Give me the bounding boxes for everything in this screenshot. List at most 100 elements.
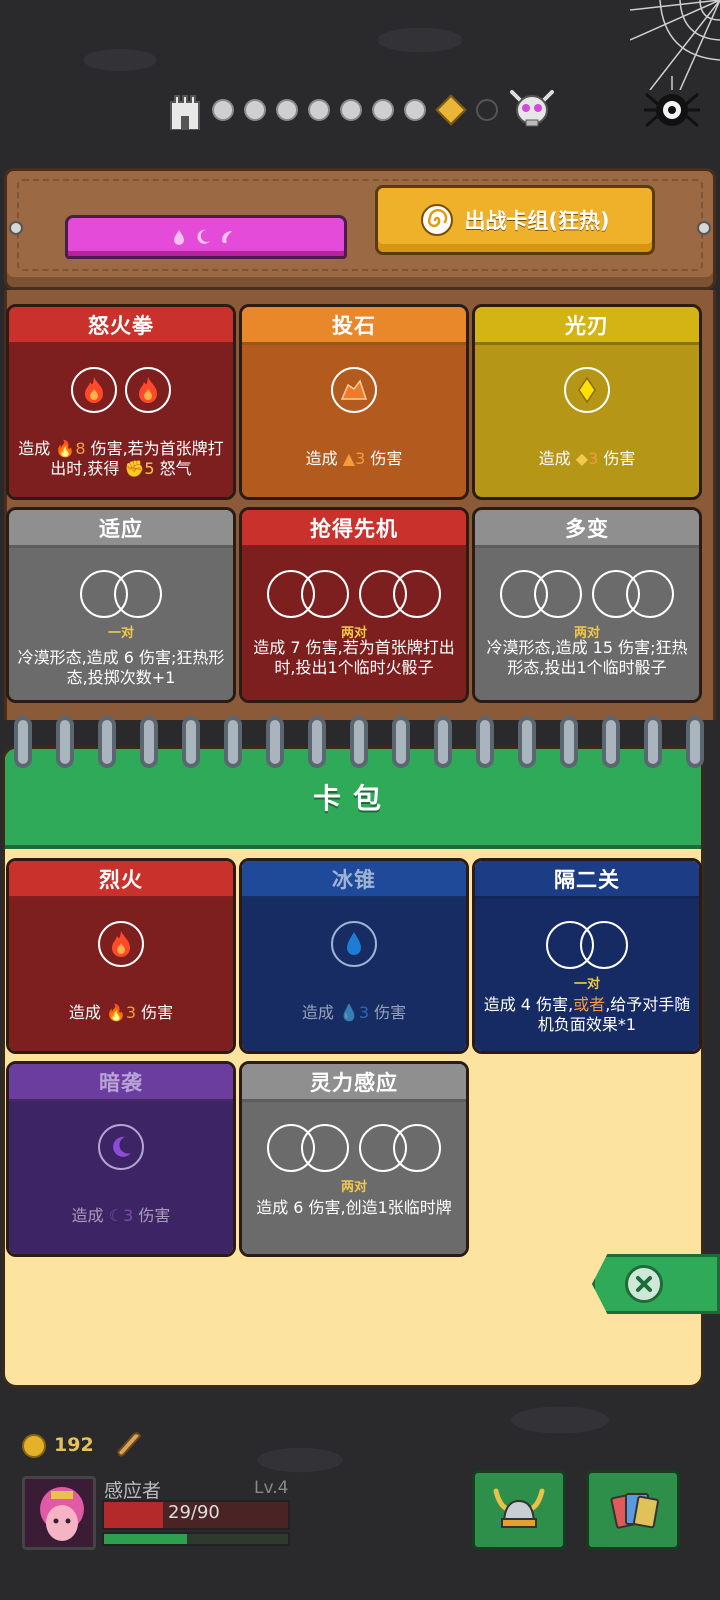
desc-text: 造成 xyxy=(305,449,343,468)
viking-helmet-icon xyxy=(493,1488,545,1528)
coin-icon xyxy=(22,1434,46,1458)
dice-slots xyxy=(475,921,699,969)
spider-icon xyxy=(644,76,700,128)
card-body: 两对 冷漠形态,造成 15 伤害;狂热形态,投出1个临时骰子 xyxy=(475,548,699,700)
pack-card-ice-spike[interactable]: 冰锥 造成 💧3 伤害 xyxy=(239,858,469,1054)
dice-tab[interactable] xyxy=(65,215,347,259)
pair-slot xyxy=(80,570,162,618)
water-small-icon: 💧 xyxy=(338,1003,359,1022)
card-description: 造成 ▲3 伤害 xyxy=(248,449,460,469)
fire-small-icon: 🔥 xyxy=(105,1003,126,1022)
helmet-button[interactable] xyxy=(472,1470,566,1550)
stage-dot xyxy=(372,99,394,121)
card-title: 隔二关 xyxy=(475,861,699,899)
castle-icon xyxy=(170,95,200,130)
desc-text: 伤害 xyxy=(598,449,636,468)
pack-card-ambush[interactable]: 暗袭 造成 ☾3 伤害 xyxy=(6,1061,236,1257)
scroll-icon[interactable] xyxy=(112,1428,144,1460)
close-pack-button[interactable] xyxy=(592,1254,720,1314)
stage-dot xyxy=(276,99,298,121)
stage-dot xyxy=(340,99,362,121)
card-description: 造成 🔥8 伤害,若为首张牌打出时,获得 ✊5 怒气 xyxy=(15,439,227,479)
cards-button[interactable] xyxy=(586,1470,680,1550)
card-title: 适应 xyxy=(9,510,233,548)
card-description: 造成 4 伤害,或者,给予对手随机负面效果*1 xyxy=(481,995,693,1035)
pair-slot xyxy=(267,1124,349,1172)
close-icon xyxy=(625,1265,663,1303)
card-title: 灵力感应 xyxy=(242,1064,466,1102)
dice-slots xyxy=(475,367,699,413)
card-title: 冰锥 xyxy=(242,861,466,899)
rock-small-icon: ▲ xyxy=(342,449,356,468)
stage-progress xyxy=(168,88,558,132)
desc-text: 伤害 xyxy=(365,449,403,468)
fire-slot-icon xyxy=(98,921,144,967)
card-body: 一对 造成 4 伤害,或者,给予对手随机负面效果*1 xyxy=(475,899,699,1051)
pack-card-blaze[interactable]: 烈火 造成 🔥3 伤害 xyxy=(6,858,236,1054)
stage-dot xyxy=(212,99,234,121)
card-body: 造成 ☾3 伤害 xyxy=(9,1102,233,1254)
deck-card-throw-stone[interactable]: 投石 造成 ▲3 伤害 xyxy=(239,304,469,500)
desc-text: 造成 4 伤害, xyxy=(483,995,574,1014)
nail-icon xyxy=(697,221,711,235)
cards-icon xyxy=(610,1493,659,1529)
card-body: 造成 🔥3 伤害 xyxy=(9,899,233,1051)
card-title: 暗袭 xyxy=(9,1064,233,1102)
battle-deck-tab-label: 出战卡组(狂热) xyxy=(464,209,610,233)
fire-slot-icon xyxy=(125,367,171,413)
card-title: 怒火拳 xyxy=(9,307,233,345)
card-body: 造成 💧3 伤害 xyxy=(242,899,466,1051)
pair-slot xyxy=(359,1124,441,1172)
deck-card-seize-initiative[interactable]: 抢得先机 两对 造成 7 伤害,若为首张牌打出时,投出1个临时火骰子 xyxy=(239,507,469,703)
pair-slot xyxy=(500,570,582,618)
rage-value: 5 xyxy=(144,459,155,478)
diamond-slot-icon xyxy=(564,367,610,413)
pair-slot xyxy=(592,570,674,618)
binder-rings xyxy=(14,716,704,768)
pair-slot xyxy=(546,921,628,969)
player-avatar[interactable] xyxy=(22,1476,96,1550)
dice-slots xyxy=(9,1124,233,1170)
fire-small-icon: 🔥 xyxy=(55,439,76,458)
battle-deck-tab[interactable]: 出战卡组(狂热) xyxy=(375,185,655,255)
current-stage-marker xyxy=(435,94,467,126)
deck-card-light-blade[interactable]: 光刃 造成 ◆3 伤害 xyxy=(472,304,702,500)
card-title: 烈火 xyxy=(9,861,233,899)
dice-slots xyxy=(242,1124,466,1172)
desc-text: 伤害 xyxy=(136,1003,174,1022)
pack-card-spirit-sense[interactable]: 灵力感应 两对 造成 6 伤害,创造1张临时牌 xyxy=(239,1061,469,1257)
damage-value: 8 xyxy=(75,439,86,458)
player-level: Lv.4 xyxy=(254,1478,289,1498)
water-drop-slot-icon xyxy=(331,921,377,967)
deck-card-adapt[interactable]: 适应 一对 冷漠形态,造成 6 伤害;狂热形态,投掷次数+1 xyxy=(6,507,236,703)
card-body: 两对 造成 7 伤害,若为首张牌打出时,投出1个临时火骰子 xyxy=(242,548,466,700)
combo-tag: 一对 xyxy=(573,977,600,992)
desc-keyword: 或者 xyxy=(573,995,606,1014)
desc-text: 造成 xyxy=(301,1003,339,1022)
card-description: 冷漠形态,造成 15 伤害;狂热形态,投出1个临时骰子 xyxy=(486,638,688,677)
desc-text: 怒气 xyxy=(154,459,192,478)
dice-slots xyxy=(475,570,699,618)
card-body: 造成 ▲3 伤害 xyxy=(242,345,466,497)
damage-value: 3 xyxy=(588,449,599,468)
card-description: 造成 6 伤害,创造1张临时牌 xyxy=(256,1198,452,1217)
fist-small-icon: ✊ xyxy=(124,459,145,478)
desc-text: 造成 xyxy=(538,449,576,468)
card-body: 一对 冷漠形态,造成 6 伤害;狂热形态,投掷次数+1 xyxy=(9,548,233,700)
dice-slots xyxy=(242,921,466,967)
card-description: 造成 💧3 伤害 xyxy=(248,1003,460,1023)
desc-text: 造成 xyxy=(71,1206,109,1225)
desc-text: 造成 xyxy=(18,439,56,458)
deck-card-rage-fist[interactable]: 怒火拳 造成 🔥8 伤害,若为首张牌打出时,获得 ✊5 怒气 xyxy=(6,304,236,500)
combo-tag: 两对 xyxy=(340,1180,367,1195)
diamond-small-icon: ◆ xyxy=(575,449,589,468)
desc-text: 伤害 xyxy=(133,1206,171,1225)
card-description: 造成 7 伤害,若为首张牌打出时,投出1个临时火骰子 xyxy=(253,638,455,677)
pair-slot xyxy=(267,570,349,618)
pack-card-ge-er-guan[interactable]: 隔二关 一对 造成 4 伤害,或者,给予对手随机负面效果*1 xyxy=(472,858,702,1054)
boss-skull-icon xyxy=(510,90,554,127)
damage-value: 3 xyxy=(358,1003,370,1022)
moon-icon xyxy=(197,229,210,244)
water-drop-icon xyxy=(174,230,184,245)
deck-card-variable[interactable]: 多变 两对 冷漠形态,造成 15 伤害;狂热形态,投出1个临时骰子 xyxy=(472,507,702,703)
